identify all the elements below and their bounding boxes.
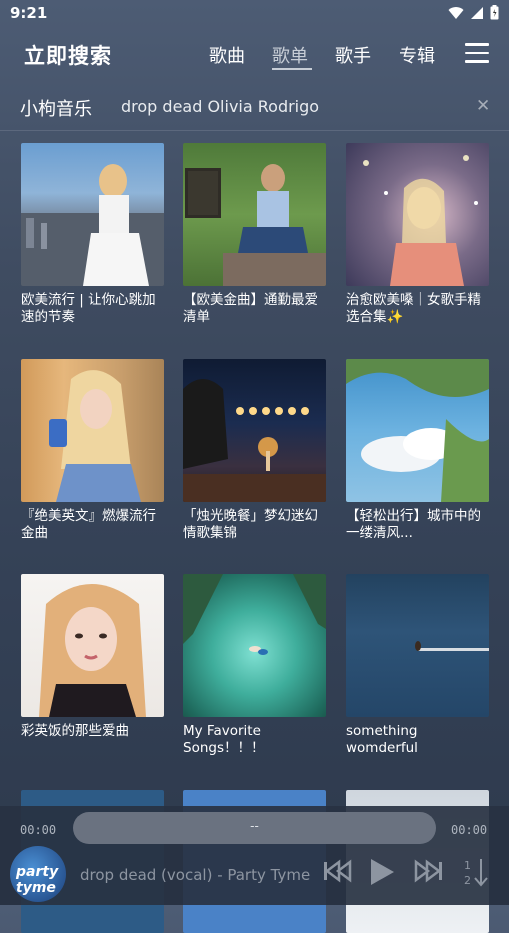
playlist-card[interactable]: 『绝美英文』燃爆流行金曲 — [21, 359, 164, 542]
playlist-card[interactable]: 「烛光晚餐」梦幻迷幻情歌集锦 — [183, 359, 326, 542]
page-title: 立即搜索 — [24, 44, 112, 68]
previous-icon[interactable] — [322, 858, 352, 884]
tab-songs[interactable]: 歌曲 — [209, 42, 245, 68]
playlist-card[interactable]: 治愈欧美嗓｜女歌手精选合集✨ — [346, 143, 489, 326]
playlist-cover — [183, 359, 326, 502]
playlist-title: 『绝美英文』燃爆流行金曲 — [21, 508, 156, 541]
playlist-card[interactable]: 【欧美金曲】通勤最爱清单 — [183, 143, 326, 326]
playlist-title: 【轻松出行】城市中的一缕清风... — [346, 508, 481, 541]
tab-playlists[interactable]: 歌单 — [272, 42, 308, 68]
playlist-cover — [183, 143, 326, 286]
next-icon[interactable] — [414, 858, 444, 884]
playlist-title: 彩英饭的那些爱曲 — [21, 723, 129, 739]
play-order-icon[interactable]: 1 2 — [462, 856, 490, 888]
playlist-cover — [346, 359, 489, 502]
playlist-cover — [346, 143, 489, 286]
close-icon[interactable]: ✕ — [476, 96, 490, 116]
progress-bar[interactable]: -- — [73, 812, 436, 844]
divider — [0, 130, 509, 131]
playlist-cover — [21, 359, 164, 502]
playlist-card[interactable]: something womderful — [346, 574, 489, 757]
svg-text:1: 1 — [464, 859, 471, 872]
cover-logo: party tyme — [16, 864, 59, 896]
playlist-title: something womderful — [346, 723, 418, 756]
battery-icon — [490, 5, 499, 20]
source-selector[interactable]: 小枸音乐 — [20, 95, 92, 121]
duration-time: 00:00 — [451, 823, 488, 837]
header: 立即搜索 歌曲 歌单 歌手 专辑 — [0, 30, 509, 80]
playlist-title: 【欧美金曲】通勤最爱清单 — [183, 292, 318, 325]
search-input[interactable]: drop dead Olivia Rodrigo — [121, 97, 319, 116]
signal-icon — [471, 6, 483, 19]
progress-label: -- — [250, 819, 259, 833]
playlist-card[interactable]: 彩英饭的那些爱曲 — [21, 574, 164, 740]
playlist-title: 治愈欧美嗓｜女歌手精选合集✨ — [346, 292, 481, 325]
playlist-cover — [346, 574, 489, 717]
tab-artists[interactable]: 歌手 — [335, 42, 371, 68]
status-icons — [448, 5, 499, 20]
elapsed-time: 00:00 — [20, 823, 57, 837]
playlist-title: 欧美流行 | 让你心跳加速的节奏 — [21, 292, 156, 325]
playlist-title: My Favorite Songs！！！ — [183, 723, 265, 756]
album-cover[interactable]: party tyme — [10, 846, 66, 902]
playlist-card[interactable]: 【轻松出行】城市中的一缕清风... — [346, 359, 489, 542]
svg-text:2: 2 — [464, 874, 471, 887]
wifi-icon — [448, 6, 464, 19]
menu-icon[interactable] — [465, 43, 489, 63]
mini-player: 00:00 -- 00:00 party tyme drop dead (voc… — [0, 806, 509, 905]
active-tab-indicator — [272, 68, 312, 70]
playlist-card[interactable]: My Favorite Songs！！！ — [183, 574, 326, 757]
now-playing-title[interactable]: drop dead (vocal) - Party Tyme — [80, 866, 310, 884]
playlist-cover — [21, 574, 164, 717]
status-bar: 9:21 — [0, 0, 509, 28]
playlist-card[interactable]: 欧美流行 | 让你心跳加速的节奏 — [21, 143, 164, 326]
play-icon[interactable] — [368, 857, 396, 887]
playlist-cover — [183, 574, 326, 717]
playlist-cover — [21, 143, 164, 286]
search-bar: 小枸音乐 drop dead Olivia Rodrigo ✕ — [0, 88, 509, 126]
tab-albums[interactable]: 专辑 — [399, 42, 435, 68]
status-time: 9:21 — [10, 4, 48, 22]
playlist-title: 「烛光晚餐」梦幻迷幻情歌集锦 — [183, 508, 318, 541]
